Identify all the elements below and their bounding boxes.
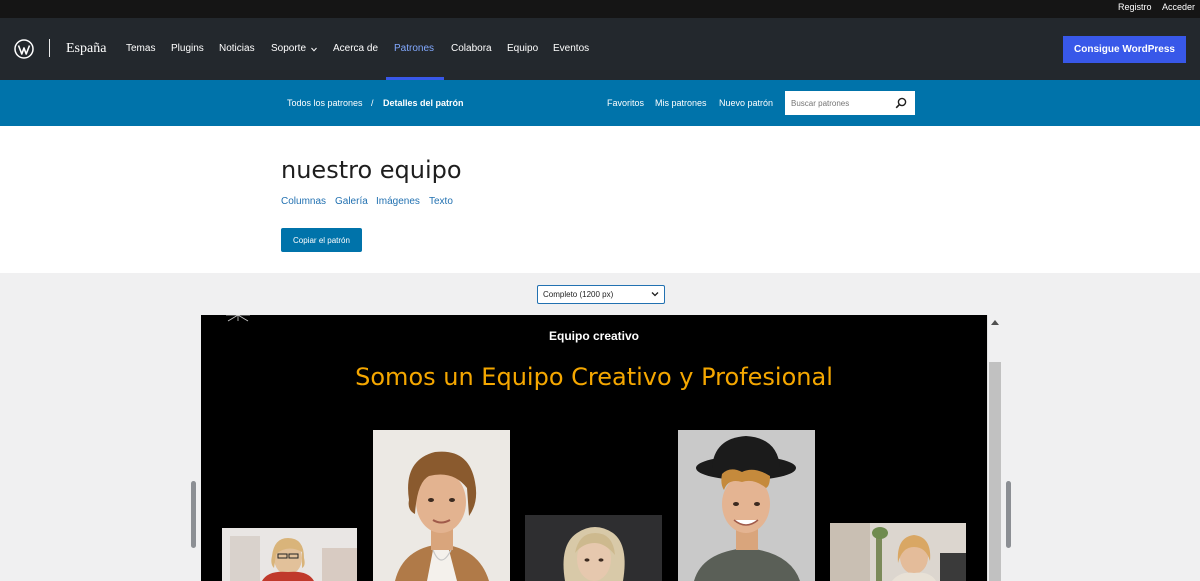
- team-photo-5: [830, 523, 966, 581]
- team-eyebrow: Equipo creativo: [548, 329, 640, 343]
- wordpress-logo-icon[interactable]: [14, 39, 34, 59]
- team-photo-3: [525, 515, 662, 581]
- pattern-preview: Equipo creativo Somos un Equipo Creativo…: [201, 315, 987, 581]
- site-name[interactable]: España: [66, 41, 106, 57]
- resize-handle-right[interactable]: [1006, 481, 1011, 548]
- scroll-up-arrow-icon[interactable]: [991, 320, 999, 325]
- nav-item-soporte[interactable]: Soporte: [271, 43, 306, 54]
- nav-item-eventos[interactable]: Eventos: [553, 43, 589, 54]
- favorites-link[interactable]: Favoritos: [607, 98, 644, 108]
- new-pattern-link[interactable]: Nuevo patrón: [719, 98, 773, 108]
- breadcrumb-separator: /: [371, 98, 374, 108]
- nav-item-patrones[interactable]: Patrones: [394, 43, 434, 54]
- breadcrumb-all-patterns[interactable]: Todos los patrones: [287, 98, 363, 108]
- nav-item-equipo[interactable]: Equipo: [507, 43, 538, 54]
- nav-item-acerca-de[interactable]: Acerca de: [333, 43, 378, 54]
- nav-item-plugins[interactable]: Plugins: [171, 43, 204, 54]
- login-link[interactable]: Acceder: [1162, 2, 1195, 12]
- get-wordpress-button[interactable]: Consigue WordPress: [1063, 36, 1186, 63]
- team-photo-4: [678, 430, 815, 581]
- team-heading: Somos un Equipo Creativo y Profesional: [355, 363, 833, 391]
- category-link-imagenes[interactable]: Imágenes: [376, 196, 420, 207]
- sparkle-icon: [226, 315, 250, 322]
- chevron-down-icon[interactable]: [311, 47, 317, 52]
- my-patterns-link[interactable]: Mis patrones: [655, 98, 707, 108]
- team-photo-1: [222, 528, 357, 581]
- breadcrumb-current: Detalles del patrón: [383, 98, 464, 108]
- preview-scrollbar[interactable]: [987, 315, 1001, 581]
- patterns-subnav: Todos los patrones / Detalles del patrón…: [0, 80, 1200, 126]
- copy-pattern-button[interactable]: Copiar el patrón: [281, 228, 362, 252]
- pattern-header: nuestro equipo Columnas Galería Imágenes…: [0, 126, 1200, 273]
- main-navigation: España Temas Plugins Noticias Soporte Ac…: [0, 18, 1200, 80]
- preview-width-select[interactable]: Completo (1200 px): [537, 285, 665, 304]
- admin-bar: Registro Acceder: [0, 0, 1200, 18]
- search-icon[interactable]: [895, 97, 907, 109]
- search-input[interactable]: [785, 91, 893, 115]
- search-box: [785, 91, 915, 115]
- page-title: nuestro equipo: [281, 156, 462, 184]
- nav-divider: [49, 39, 50, 57]
- nav-item-colabora[interactable]: Colabora: [451, 43, 492, 54]
- chevron-down-icon: [651, 292, 659, 297]
- team-photo-2: [373, 430, 510, 581]
- category-link-columnas[interactable]: Columnas: [281, 196, 326, 207]
- nav-item-temas[interactable]: Temas: [126, 43, 155, 54]
- scrollbar-thumb[interactable]: [989, 362, 1001, 581]
- nav-item-noticias[interactable]: Noticias: [219, 43, 255, 54]
- category-link-texto[interactable]: Texto: [429, 196, 453, 207]
- register-link[interactable]: Registro: [1118, 2, 1152, 12]
- preview-width-value: Completo (1200 px): [543, 290, 614, 299]
- resize-handle-left[interactable]: [191, 481, 196, 548]
- category-link-galeria[interactable]: Galería: [335, 196, 368, 207]
